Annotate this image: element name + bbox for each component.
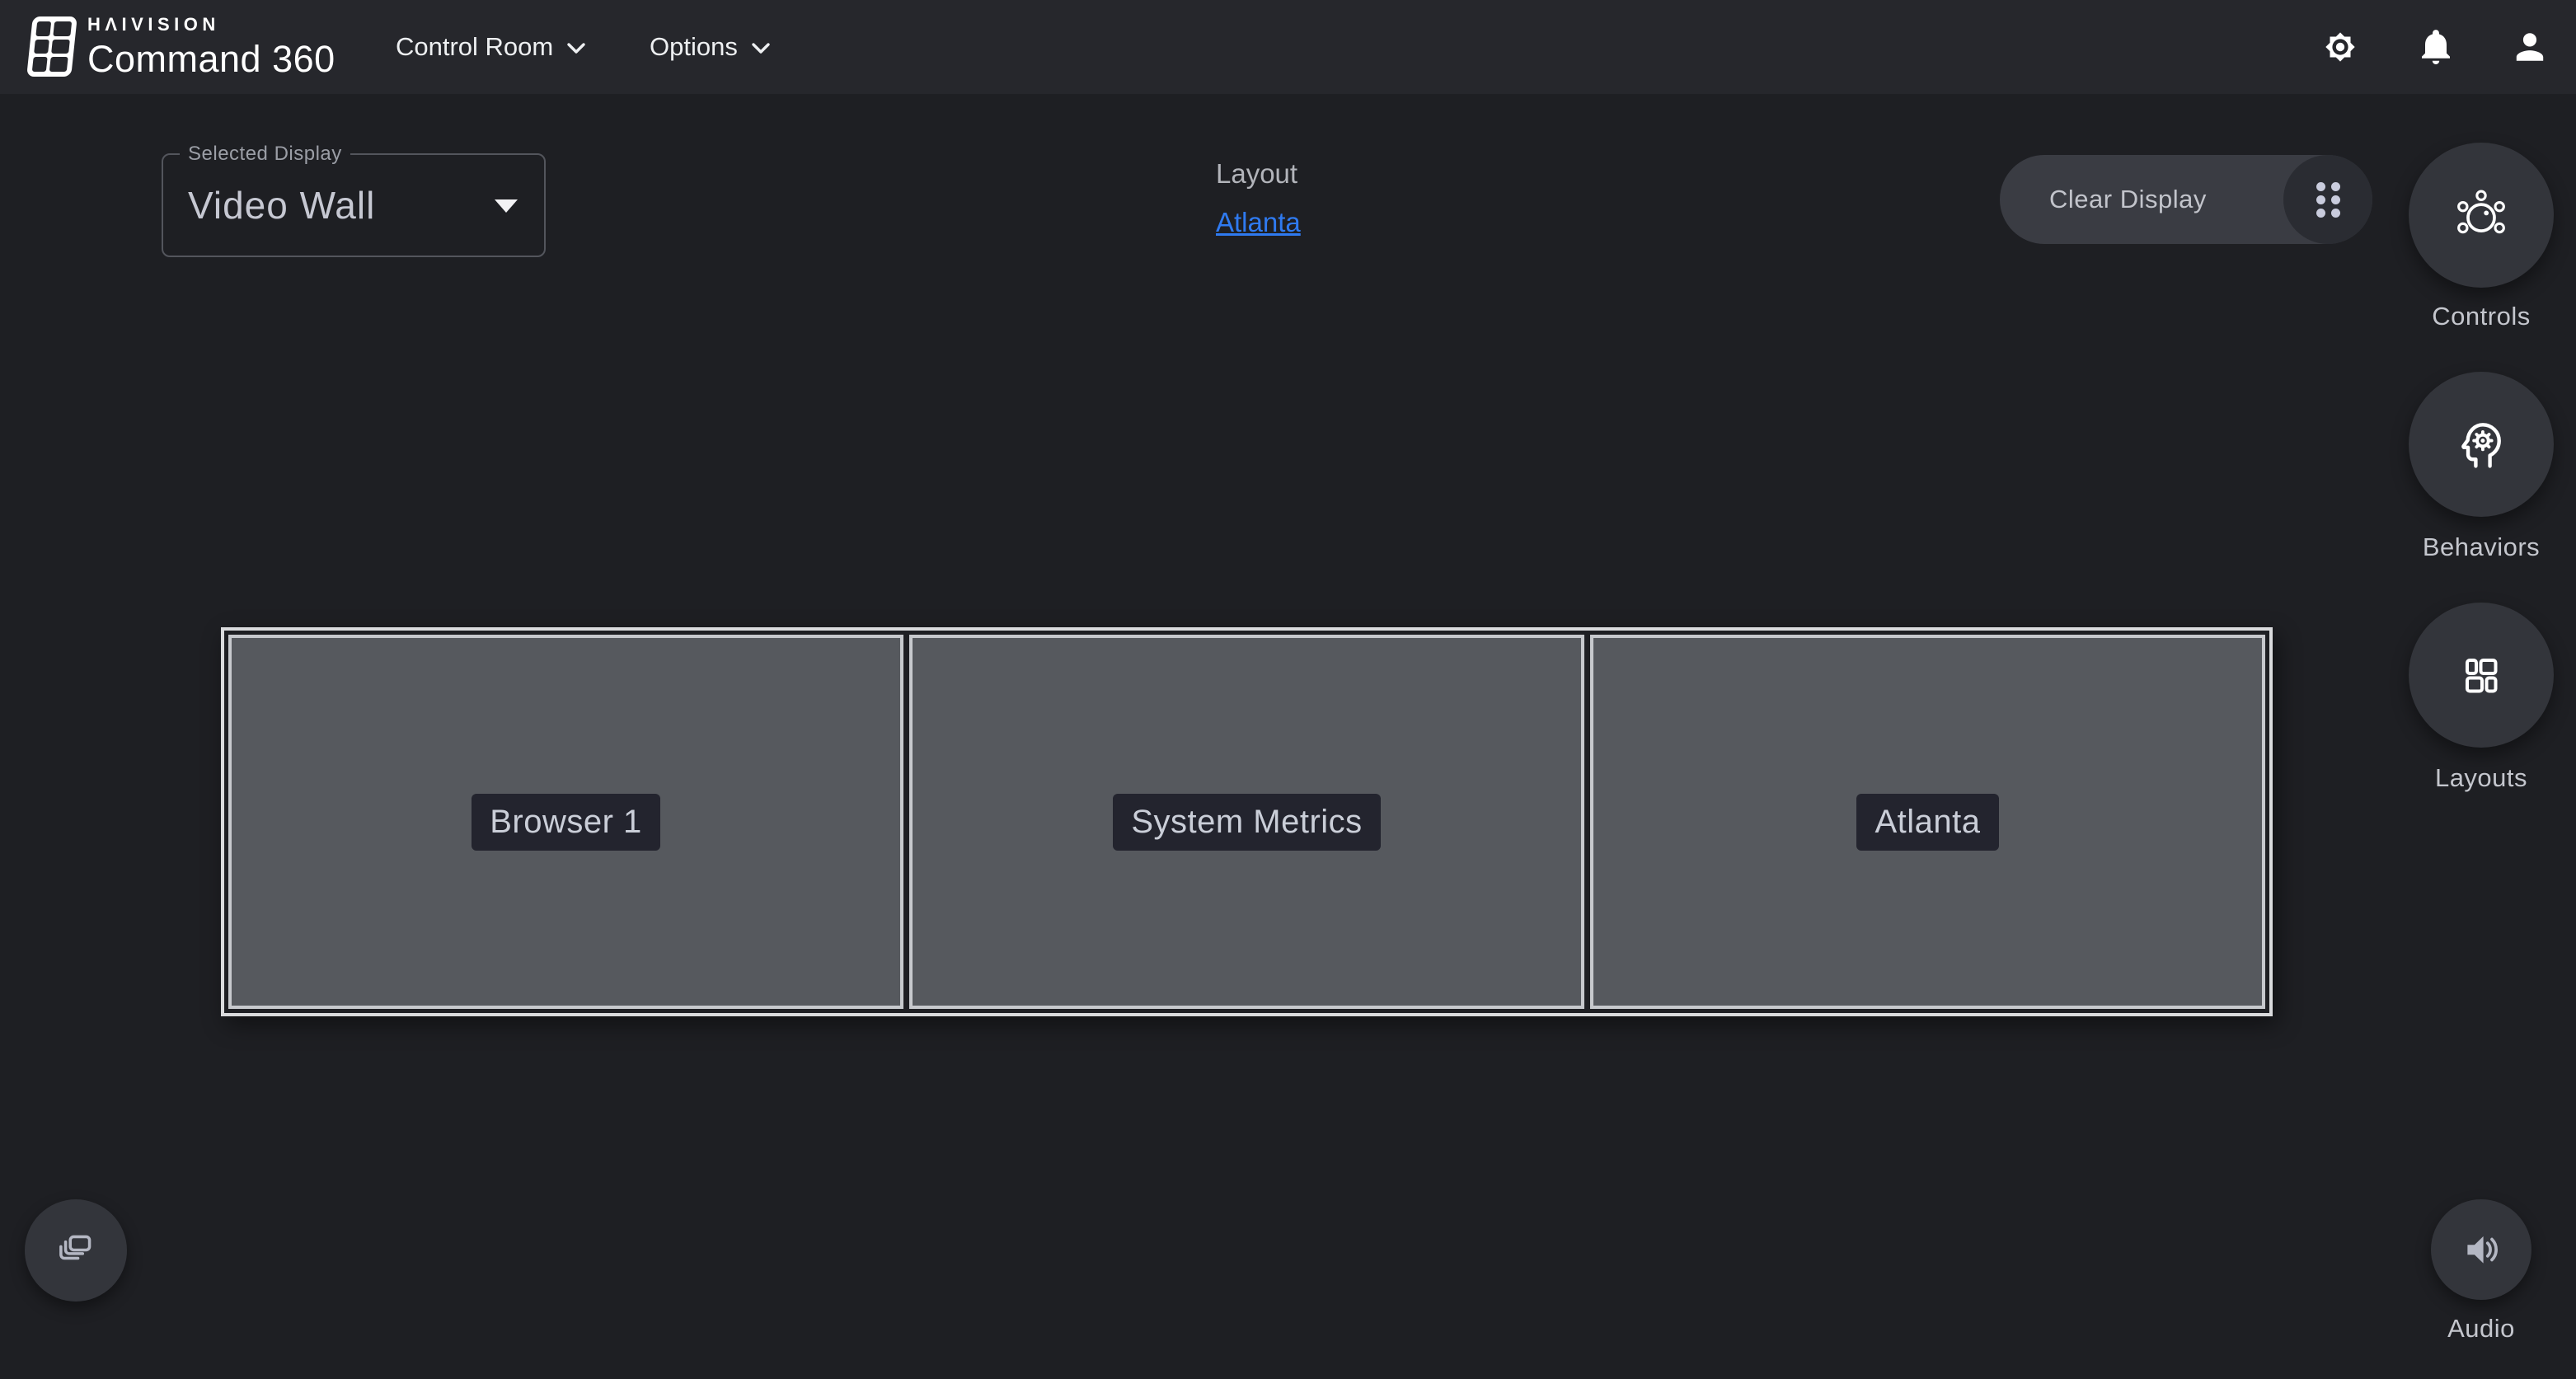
product-name: Command 360 — [87, 38, 335, 81]
drag-handle[interactable] — [2283, 155, 2372, 244]
haivision-logo-icon — [26, 16, 77, 77]
video-wall-preview: Browser 1 System Metrics Atlanta — [221, 627, 2273, 1016]
layout-link-atlanta[interactable]: Atlanta — [1216, 207, 1301, 238]
layout-label: Layout — [1216, 158, 1301, 190]
wall-panel-1[interactable]: Browser 1 — [228, 635, 903, 1009]
speaker-icon — [2459, 1227, 2503, 1272]
chevron-down-icon — [751, 40, 771, 57]
controls-label: Controls — [2378, 302, 2576, 331]
clear-display-button[interactable]: Clear Display — [2000, 155, 2372, 244]
wall-panel-2[interactable]: System Metrics — [909, 635, 1584, 1009]
layouts-button[interactable] — [2409, 603, 2554, 748]
layouts-label: Layouts — [2378, 763, 2576, 793]
behaviors-button[interactable] — [2409, 372, 2554, 517]
account-button[interactable] — [2510, 27, 2550, 67]
audio-button[interactable] — [2431, 1199, 2531, 1300]
settings-gear-icon — [2320, 27, 2360, 67]
behaviors-label: Behaviors — [2378, 532, 2576, 562]
psychology-head-gear-icon — [2454, 417, 2508, 471]
stacked-layers-icon — [52, 1227, 100, 1274]
dropdown-caret-icon — [495, 199, 518, 213]
selected-display-value: Video Wall — [188, 155, 375, 256]
haivision-wordmark: HΛIVISION — [87, 14, 335, 35]
notifications-bell-icon — [2416, 27, 2456, 67]
chevron-down-icon — [566, 40, 586, 57]
layers-button[interactable] — [25, 1199, 127, 1302]
settings-button[interactable] — [2320, 27, 2360, 67]
controls-button[interactable] — [2409, 143, 2554, 288]
menu-control-room[interactable]: Control Room — [396, 0, 586, 94]
topbar: HΛIVISION Command 360 Control Room Optio… — [0, 0, 2576, 94]
notifications-button[interactable] — [2416, 27, 2456, 67]
panel-label-badge: System Metrics — [1113, 794, 1380, 851]
audio-label: Audio — [2378, 1314, 2576, 1344]
panel-label-badge: Atlanta — [1856, 794, 1998, 851]
menu-options-label: Options — [650, 32, 738, 62]
dashboard-grid-icon — [2456, 650, 2507, 701]
clear-display-label: Clear Display — [2000, 185, 2207, 214]
account-person-icon — [2510, 27, 2550, 67]
selected-display-select[interactable]: Selected Display Video Wall — [162, 153, 546, 257]
layout-group: Layout Atlanta — [1216, 158, 1301, 238]
wall-panel-3[interactable]: Atlanta — [1590, 635, 2265, 1009]
controls-satellite-icon — [2455, 189, 2508, 242]
drag-dots-icon — [2316, 182, 2340, 218]
menu-options[interactable]: Options — [650, 0, 771, 94]
brand: HΛIVISION Command 360 — [87, 14, 335, 81]
panel-label-badge: Browser 1 — [472, 794, 660, 851]
menu-control-room-label: Control Room — [396, 32, 553, 62]
